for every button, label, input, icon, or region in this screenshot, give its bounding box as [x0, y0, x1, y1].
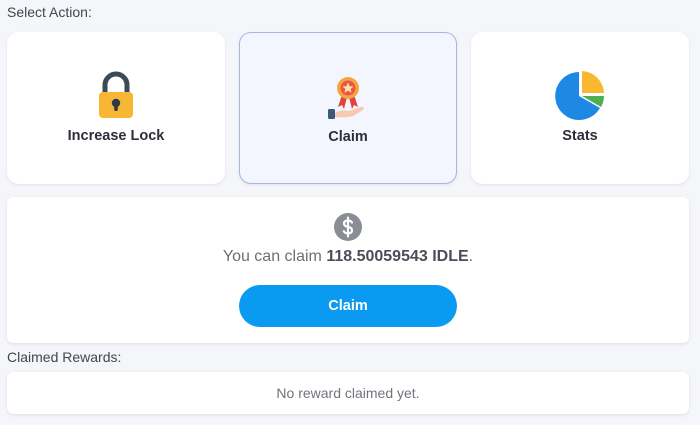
claimed-rewards-label: Claimed Rewards: [7, 349, 122, 365]
claim-label: Claim [328, 129, 368, 145]
claimed-rewards-panel: No reward claimed yet. [7, 372, 689, 414]
no-reward-message: No reward claimed yet. [276, 385, 420, 401]
dollar-coin-icon [334, 213, 362, 241]
select-action-label: Select Action: [7, 4, 92, 20]
claim-message-suffix: . [468, 248, 474, 265]
claimable-amount: 118.50059543 IDLE [326, 248, 469, 265]
award-ribbon-hand-icon [328, 77, 364, 119]
stats-label: Stats [562, 128, 598, 144]
claim-panel: You can claim 118.50059543 IDLE. Claim [7, 197, 689, 343]
increase-lock-card[interactable]: Increase Lock [7, 32, 225, 184]
claim-card[interactable]: Claim [239, 32, 457, 184]
claim-button[interactable]: Claim [239, 285, 457, 327]
pie-chart-icon [555, 71, 604, 120]
claim-message: You can claim 118.50059543 IDLE. [7, 248, 689, 266]
padlock-icon [99, 71, 133, 118]
claim-message-prefix: You can claim [222, 248, 327, 265]
increase-lock-label: Increase Lock [67, 128, 165, 144]
stats-card[interactable]: Stats [471, 32, 689, 184]
